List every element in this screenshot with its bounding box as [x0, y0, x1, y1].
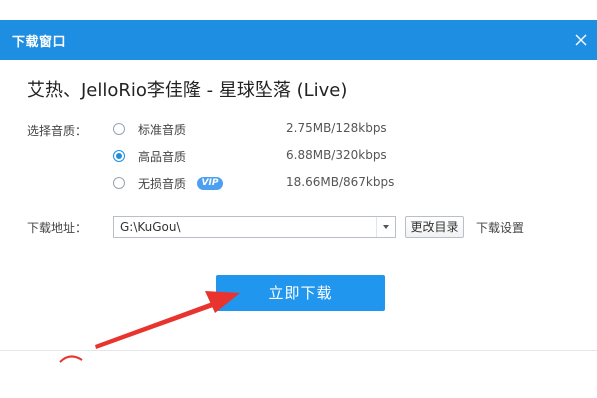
radio-lossless[interactable]: [113, 177, 125, 189]
location-label: 下载地址：: [27, 221, 88, 235]
quality-option-size: 6.88MB/320kbps: [286, 148, 387, 162]
download-settings-link[interactable]: 下载设置: [476, 219, 524, 236]
download-dialog: 下载窗口 艾热、JelloRio李佳隆 - 星球坠落 (Live) 选择音质： …: [0, 0, 597, 351]
title-bar: 下载窗口: [0, 20, 597, 60]
quality-option-size: 2.75MB/128kbps: [286, 121, 387, 135]
download-now-button[interactable]: 立即下载: [216, 275, 385, 311]
quality-option-standard[interactable]: 标准音质 2.75MB/128kbps: [113, 121, 413, 139]
download-path-select[interactable]: G:\KuGou\: [113, 216, 396, 238]
radio-standard[interactable]: [113, 123, 125, 135]
window-title: 下载窗口: [12, 35, 67, 50]
quality-option-lossless[interactable]: 无损音质 VIP 18.66MB/867kbps: [113, 175, 413, 193]
change-directory-button[interactable]: 更改目录: [405, 216, 464, 238]
quality-option-name: 标准音质: [138, 123, 187, 137]
chevron-down-icon[interactable]: [376, 217, 395, 237]
quality-option-name: 无损音质: [138, 177, 187, 191]
download-path-value: G:\KuGou\: [120, 220, 181, 234]
quality-option-name: 高品音质: [138, 150, 187, 164]
quality-option-high[interactable]: 高品音质 6.88MB/320kbps: [113, 148, 413, 166]
quality-label: 选择音质：: [27, 124, 88, 138]
vip-badge: VIP: [197, 177, 223, 190]
quality-option-size: 18.66MB/867kbps: [286, 175, 395, 189]
close-icon: [575, 34, 587, 46]
song-title: 艾热、JelloRio李佳隆 - 星球坠落 (Live): [27, 80, 348, 101]
close-button[interactable]: [571, 30, 591, 50]
radio-high[interactable]: [113, 150, 125, 162]
